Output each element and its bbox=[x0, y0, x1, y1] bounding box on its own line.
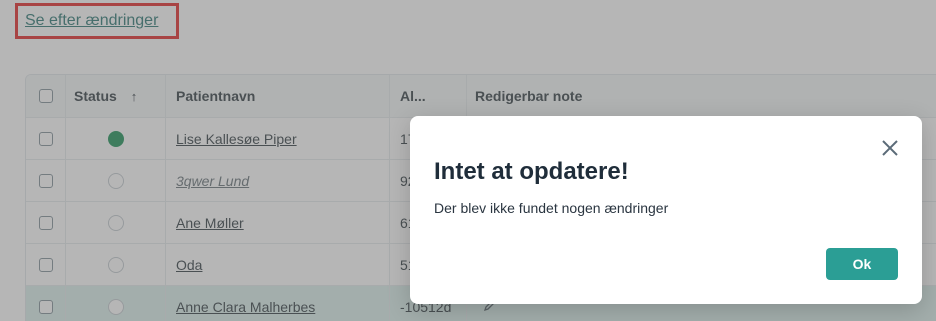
info-dialog: Intet at opdatere! Der blev ikke fundet … bbox=[410, 116, 922, 304]
dialog-message: Der blev ikke fundet nogen ændringer bbox=[434, 200, 669, 216]
close-icon[interactable] bbox=[880, 138, 900, 158]
dialog-title: Intet at opdatere! bbox=[434, 158, 629, 185]
ok-button[interactable]: Ok bbox=[826, 248, 898, 280]
page: Se efter ændringer Status ↑ Patientnavn … bbox=[0, 0, 936, 321]
